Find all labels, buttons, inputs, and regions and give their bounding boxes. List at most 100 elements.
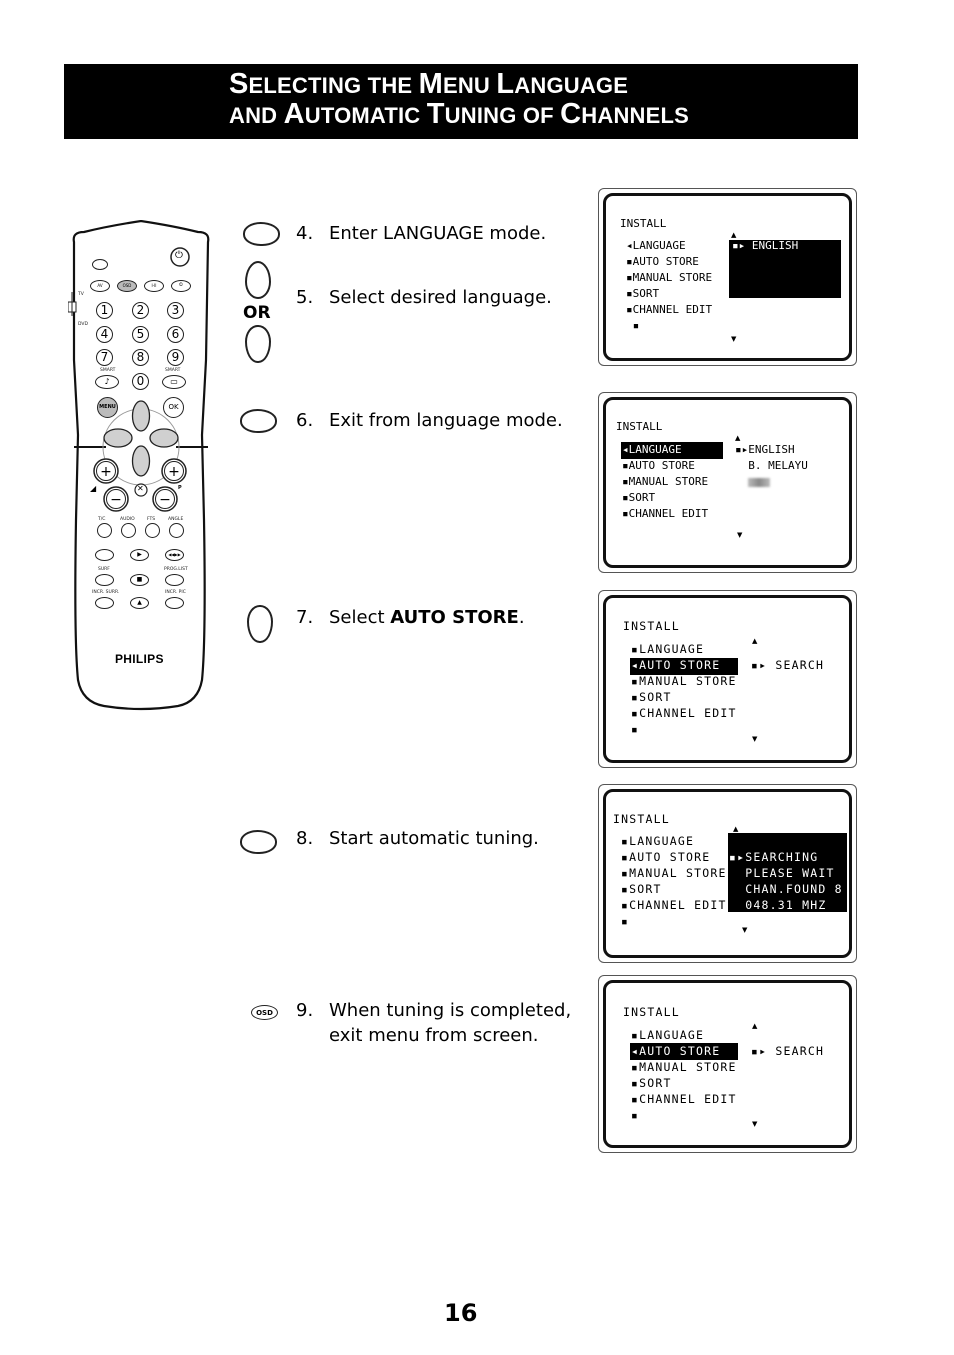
tc-label: T/C xyxy=(98,517,106,522)
menu-item-sort: SORT xyxy=(639,690,672,704)
or-label: OR xyxy=(243,303,271,323)
bullet-icon: ▪ xyxy=(631,1060,640,1074)
menu-item-sort: SORT xyxy=(632,287,660,300)
svg-text:+: + xyxy=(100,464,112,480)
option-english: ENGLISH xyxy=(751,239,799,252)
title-line-2: AND AUTOMATIC TUNING OF CHANNELS xyxy=(229,98,689,131)
digit-7-button[interactable]: 7 xyxy=(96,349,113,366)
title-text: ANGUAGE xyxy=(514,73,629,98)
prog-list-label: PROG.LIST xyxy=(164,567,188,572)
osd-menu: ◂LANGUAGE ▪AUTO STORE ▪MANUAL STORE ▪SOR… xyxy=(626,238,712,334)
timer-button[interactable]: ⏲ xyxy=(171,280,191,292)
menu-button[interactable]: MENU xyxy=(97,397,118,418)
step-text: Select xyxy=(329,607,391,628)
fast-forward-button[interactable]: ◀◀▶▶ xyxy=(165,549,184,561)
angle-button[interactable] xyxy=(169,523,184,538)
menu-item-manual-store: MANUAL STORE xyxy=(632,271,713,284)
incr-surr-button[interactable] xyxy=(95,597,114,609)
incr-surr-label: INCR. SURR. xyxy=(92,590,120,595)
down-cursor-key-icon xyxy=(245,325,271,363)
power-icon[interactable]: ⏻ xyxy=(175,250,183,261)
title-line-1: SELECTING THE MENU LANGUAGE xyxy=(229,68,628,101)
audio-label: AUDIO xyxy=(120,517,135,522)
angle-label: ANGLE xyxy=(168,517,184,522)
incr-pic-button[interactable] xyxy=(165,597,184,609)
digit-9-button[interactable]: 9 xyxy=(167,349,184,366)
rewind-button[interactable] xyxy=(95,549,114,561)
title-cap: C xyxy=(560,98,582,130)
ok-button[interactable]: OK xyxy=(163,397,184,418)
scroll-down-icon: ▼ xyxy=(752,735,758,743)
step-number: 9. xyxy=(296,1000,314,1021)
step-8: 8. Start automatic tuning. xyxy=(296,826,539,851)
tc-button[interactable] xyxy=(97,523,112,538)
osd-options: ▪▸ENGLISH B. MELAYU xyxy=(735,442,808,490)
step-number: 4. xyxy=(296,223,314,244)
audio-mode-button[interactable]: I-II xyxy=(144,280,164,292)
fts-button[interactable] xyxy=(145,523,160,538)
osd-title: INSTALL xyxy=(623,1005,680,1019)
smart-picture-button[interactable]: ▭ xyxy=(162,375,186,389)
scroll-down-icon: ▼ xyxy=(742,926,748,934)
status-please-wait: PLEASE WAIT xyxy=(745,866,835,880)
step-text: Start automatic tuning. xyxy=(329,828,539,849)
osd-button[interactable]: OSD xyxy=(117,280,137,292)
digit-8-button[interactable]: 8 xyxy=(132,349,149,366)
step-6: 6. Exit from language mode. xyxy=(296,408,563,433)
bullet-icon: ▪ xyxy=(622,475,629,488)
down-cursor-key-icon xyxy=(247,605,273,643)
eject-button[interactable]: ▲ xyxy=(130,597,149,609)
dvd-switch-label: DVD xyxy=(78,322,88,327)
digit-4-button[interactable]: 4 xyxy=(96,326,113,343)
select-arrow-icon: ▪▸ xyxy=(751,1044,776,1058)
osd-option: ▪▸ SEARCH xyxy=(751,657,824,673)
surf-button[interactable] xyxy=(95,574,114,586)
bullet-icon: ▪ xyxy=(621,866,630,880)
tv-screen-3: INSTALL ▲ ▪LANGUAGE ◂AUTO STORE ▪MANUAL … xyxy=(598,590,857,768)
digit-6-button[interactable]: 6 xyxy=(167,326,184,343)
menu-item-sort: SORT xyxy=(628,491,656,504)
smart-sound-label: SMART xyxy=(100,368,116,373)
bullet-icon: ▪ xyxy=(631,1028,640,1042)
scroll-up-icon: ▲ xyxy=(733,825,739,833)
bullet-icon: ▪ xyxy=(622,507,629,520)
step-number: 6. xyxy=(296,410,314,431)
smart-sound-button[interactable]: ♪ xyxy=(95,375,119,389)
tv-screen-5: INSTALL ▲ ▪LANGUAGE ◂AUTO STORE ▪MANUAL … xyxy=(598,975,857,1153)
bullet-icon: ▪ xyxy=(626,255,633,268)
prog-list-button[interactable] xyxy=(165,574,184,586)
digit-0-button[interactable]: 0 xyxy=(132,373,149,390)
bullet-icon: ▪ xyxy=(621,834,630,848)
step-text: When tuning is completed, exit menu from… xyxy=(329,1000,572,1046)
audio-button[interactable] xyxy=(121,523,136,538)
osd-option: ▪▸ ENGLISH xyxy=(732,238,798,254)
bullet-icon: ▪ xyxy=(631,722,640,736)
digit-5-button[interactable]: 5 xyxy=(132,326,149,343)
play-button[interactable]: ▶ xyxy=(130,549,149,561)
tv-switch-label: TV xyxy=(78,292,84,297)
bullet-icon: ▪ xyxy=(631,674,640,688)
mute-icon[interactable]: ✕ xyxy=(137,484,144,493)
menu-item-language: LANGUAGE xyxy=(628,443,682,456)
page-number: 16 xyxy=(444,1299,478,1327)
scroll-down-icon: ▼ xyxy=(752,1120,758,1128)
tv-screen-2: INSTALL ▲ ◂LANGUAGE ▪AUTO STORE ▪MANUAL … xyxy=(598,392,857,573)
option-english: ENGLISH xyxy=(748,443,795,456)
digit-1-button[interactable]: 1 xyxy=(96,302,113,319)
digit-2-button[interactable]: 2 xyxy=(132,302,149,319)
menu-item-language: LANGUAGE xyxy=(632,239,686,252)
menu-item-auto-store: AUTO STORE xyxy=(629,850,711,864)
menu-item-sort: SORT xyxy=(629,882,662,896)
brand-logo: PHILIPS xyxy=(115,652,164,666)
bullet-icon: ▪ xyxy=(621,914,630,928)
av-button[interactable]: AV xyxy=(90,280,110,292)
option-malay: B. MELAYU xyxy=(748,459,808,472)
osd-menu: ▪LANGUAGE ▪AUTO STORE ▪MANUAL STORE ▪SOR… xyxy=(621,833,727,929)
bullet-icon: ▪ xyxy=(626,287,633,300)
svg-text:−: − xyxy=(110,492,122,508)
stop-button[interactable]: ■ xyxy=(130,574,149,586)
digit-3-button[interactable]: 3 xyxy=(167,302,184,319)
mode-button[interactable] xyxy=(92,259,108,270)
step-9: 9. When tuning is completed, exit menu fr… xyxy=(296,998,571,1048)
osd-menu: ◂LANGUAGE ▪AUTO STORE ▪MANUAL STORE ▪SOR… xyxy=(622,442,708,522)
